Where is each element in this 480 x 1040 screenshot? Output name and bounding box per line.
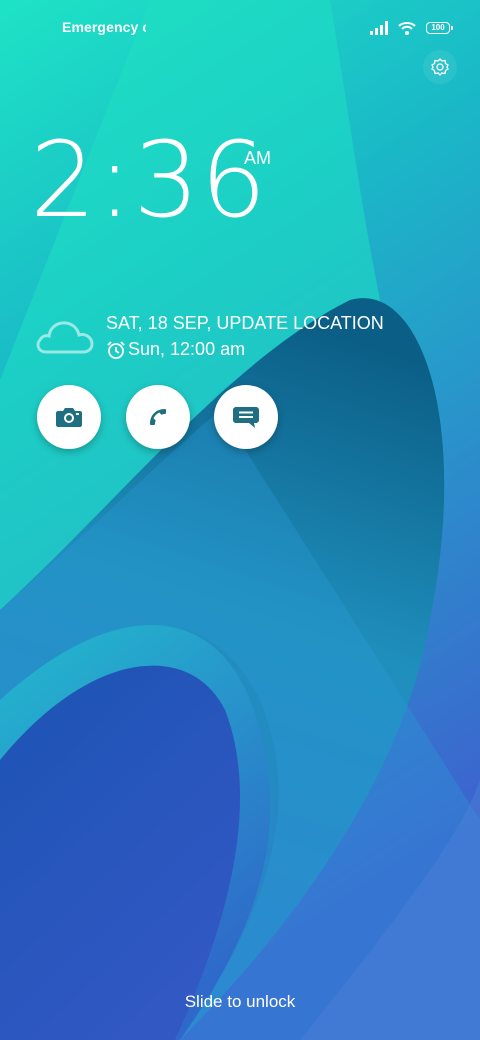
status-icons: 100 xyxy=(370,18,453,38)
phone-shortcut-button[interactable] xyxy=(126,385,190,449)
phone-icon xyxy=(150,409,166,425)
alarm-clock-icon xyxy=(107,340,125,359)
alarm-text: Sun, 12:00 am xyxy=(128,339,246,359)
battery-level: 100 xyxy=(431,23,445,32)
clock-ampm: AM xyxy=(244,148,271,168)
signal-icon xyxy=(370,21,388,35)
battery-icon: 100 xyxy=(426,22,453,34)
camera-shortcut-button[interactable] xyxy=(37,385,101,449)
camera-icon xyxy=(56,408,82,427)
gear-icon xyxy=(431,58,449,76)
date-location-text[interactable]: SAT, 18 SEP, UPDATE LOCATION xyxy=(106,313,384,334)
slide-to-unlock-hint[interactable]: Slide to unlock xyxy=(0,992,480,1012)
next-alarm[interactable]: Sun, 12:00 am xyxy=(106,339,245,360)
clock-time: 2:36 xyxy=(30,119,268,241)
settings-button[interactable] xyxy=(423,50,457,84)
cloud-icon[interactable] xyxy=(34,314,96,356)
wifi-icon xyxy=(398,22,416,35)
message-icon xyxy=(233,407,259,428)
carrier-label: Emergency c xyxy=(62,19,146,35)
status-bar: Emergency c 100 xyxy=(0,0,480,56)
message-shortcut-button[interactable] xyxy=(214,385,278,449)
